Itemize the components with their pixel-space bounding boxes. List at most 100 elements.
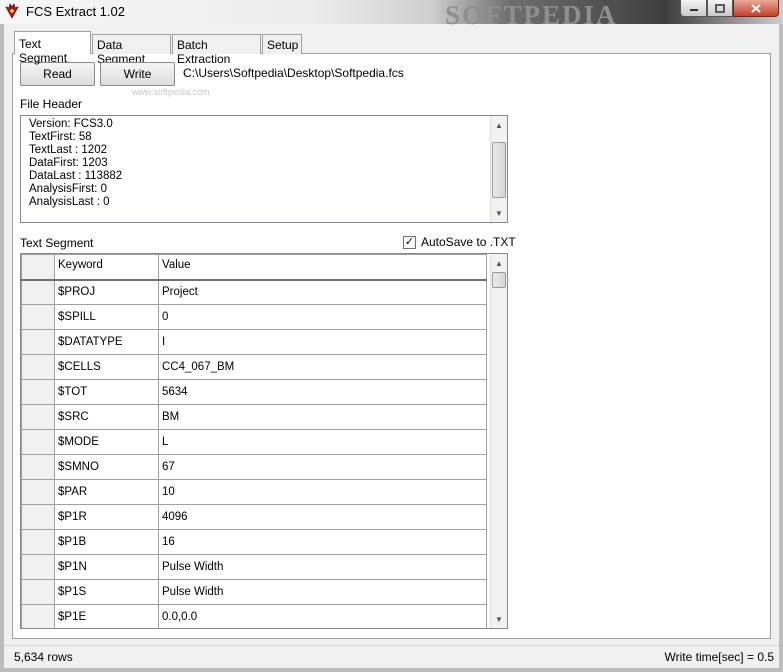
file-header-scrollbar[interactable]: ▲ ▼: [490, 116, 507, 222]
row-header[interactable]: [21, 404, 55, 430]
value-cell[interactable]: 5634: [158, 379, 487, 405]
table-row[interactable]: $CELLS CC4_067_BM: [21, 354, 487, 380]
keyword-cell[interactable]: $P1B: [54, 529, 159, 555]
keyword-cell[interactable]: $SRC: [54, 404, 159, 430]
table-row[interactable]: $P1S Pulse Width: [21, 579, 487, 605]
scroll-down-icon[interactable]: ▼: [492, 205, 506, 221]
column-header-value[interactable]: Value: [158, 254, 487, 281]
row-header[interactable]: [21, 429, 55, 455]
column-header-keyword[interactable]: Keyword: [54, 254, 159, 281]
status-bar: 5,634 rows Write time[sec] = 0.5: [4, 645, 779, 668]
keyword-cell[interactable]: $P1R: [54, 504, 159, 530]
table-header-row: Keyword Value: [21, 254, 487, 281]
value-cell[interactable]: 10: [158, 479, 487, 505]
keyword-cell[interactable]: $PAR: [54, 479, 159, 505]
value-cell[interactable]: 0.0,0.0: [158, 604, 487, 628]
keyword-cell[interactable]: $TOT: [54, 379, 159, 405]
maximize-icon: [715, 3, 725, 13]
grid-scrollbar[interactable]: ▲ ▼: [490, 254, 507, 628]
row-header[interactable]: [21, 604, 55, 628]
keyword-cell[interactable]: $SMNO: [54, 454, 159, 480]
table-row[interactable]: $P1B 16: [21, 529, 487, 555]
row-header-corner: [21, 254, 55, 281]
value-cell[interactable]: Pulse Width: [158, 579, 487, 605]
row-header[interactable]: [21, 329, 55, 355]
autosave-label: AutoSave to .TXT: [421, 235, 516, 249]
header-line: AnalysisLast : 0: [29, 196, 110, 208]
row-header[interactable]: [21, 579, 55, 605]
keyword-cell[interactable]: $SPILL: [54, 304, 159, 330]
row-header[interactable]: [21, 554, 55, 580]
row-header[interactable]: [21, 529, 55, 555]
value-cell[interactable]: L: [158, 429, 487, 455]
row-header[interactable]: [21, 379, 55, 405]
keyword-table: Keyword Value $PROJ Project $SPILL 0 $DA…: [21, 254, 487, 628]
keyword-cell[interactable]: $PROJ: [54, 279, 159, 305]
value-cell[interactable]: Project: [158, 279, 487, 305]
row-header[interactable]: [21, 354, 55, 380]
tab-batch-extraction[interactable]: Batch Extraction: [172, 34, 261, 66]
keyword-cell[interactable]: $P1E: [54, 604, 159, 628]
table-row[interactable]: $P1R 4096: [21, 504, 487, 530]
close-button[interactable]: [733, 0, 779, 17]
window-title: FCS Extract 1.02: [26, 4, 125, 19]
scroll-up-icon[interactable]: ▲: [492, 255, 506, 271]
value-cell[interactable]: 67: [158, 454, 487, 480]
tab-text-segment[interactable]: Text Segment: [14, 31, 91, 65]
table-row[interactable]: $SMNO 67: [21, 454, 487, 480]
checkbox-check-icon[interactable]: ✓: [403, 235, 416, 249]
keyword-cell[interactable]: $P1N: [54, 554, 159, 580]
autosave-checkbox[interactable]: ✓ AutoSave to .TXT: [403, 235, 516, 249]
write-button[interactable]: Write: [100, 62, 175, 86]
keyword-cell[interactable]: $DATATYPE: [54, 329, 159, 355]
table-row[interactable]: $P1E 0.0,0.0: [21, 604, 487, 628]
keyword-cell[interactable]: $MODE: [54, 429, 159, 455]
scroll-up-icon[interactable]: ▲: [492, 117, 506, 133]
app-icon: [5, 3, 19, 19]
table-row[interactable]: $DATATYPE I: [21, 329, 487, 355]
value-cell[interactable]: 4096: [158, 504, 487, 530]
file-header-label: File Header: [20, 97, 83, 111]
file-header-content: Version: FCS3.0 TextFirst: 58 TextLast :…: [29, 118, 122, 209]
scroll-thumb[interactable]: [492, 272, 506, 288]
minimize-button[interactable]: [680, 0, 707, 17]
read-button[interactable]: Read: [20, 62, 95, 86]
text-segment-label: Text Segment: [20, 236, 94, 250]
title-bar: FCS Extract 1.02 SOFTPEDIA: [0, 0, 783, 30]
row-header[interactable]: [21, 304, 55, 330]
file-header-textbox[interactable]: Version: FCS3.0 TextFirst: 58 TextLast :…: [20, 115, 508, 223]
text-segment-grid[interactable]: Keyword Value $PROJ Project $SPILL 0 $DA…: [20, 253, 508, 629]
row-header[interactable]: [21, 279, 55, 305]
header-line: AnalysisFirst: 0: [29, 183, 107, 195]
keyword-cell[interactable]: $P1S: [54, 579, 159, 605]
table-row[interactable]: $SPILL 0: [21, 304, 487, 330]
table-row[interactable]: $SRC BM: [21, 404, 487, 430]
value-cell[interactable]: Pulse Width: [158, 554, 487, 580]
scroll-down-icon[interactable]: ▼: [492, 611, 506, 627]
value-cell[interactable]: BM: [158, 404, 487, 430]
table-row[interactable]: $PAR 10: [21, 479, 487, 505]
value-cell[interactable]: I: [158, 329, 487, 355]
value-cell[interactable]: 16: [158, 529, 487, 555]
value-cell[interactable]: CC4_067_BM: [158, 354, 487, 380]
header-line: Version: FCS3.0: [29, 118, 113, 130]
scroll-thumb[interactable]: [492, 142, 506, 198]
header-line: TextFirst: 58: [29, 131, 92, 143]
row-header[interactable]: [21, 454, 55, 480]
table-row[interactable]: $TOT 5634: [21, 379, 487, 405]
write-time-status: Write time[sec] = 0.5: [664, 650, 774, 664]
row-header[interactable]: [21, 479, 55, 505]
table-row[interactable]: $PROJ Project: [21, 279, 487, 305]
tab-setup[interactable]: Setup: [262, 34, 302, 54]
tab-data-segment[interactable]: Data Segment: [92, 34, 171, 66]
value-cell[interactable]: 0: [158, 304, 487, 330]
header-line: TextLast : 1202: [29, 144, 107, 156]
maximize-button[interactable]: [707, 0, 733, 17]
softpedia-url-watermark: www.softpedia.com: [132, 87, 210, 97]
keyword-cell[interactable]: $CELLS: [54, 354, 159, 380]
table-row[interactable]: $P1N Pulse Width: [21, 554, 487, 580]
close-icon: [751, 3, 761, 13]
minimize-icon: [689, 9, 698, 11]
table-row[interactable]: $MODE L: [21, 429, 487, 455]
row-header[interactable]: [21, 504, 55, 530]
